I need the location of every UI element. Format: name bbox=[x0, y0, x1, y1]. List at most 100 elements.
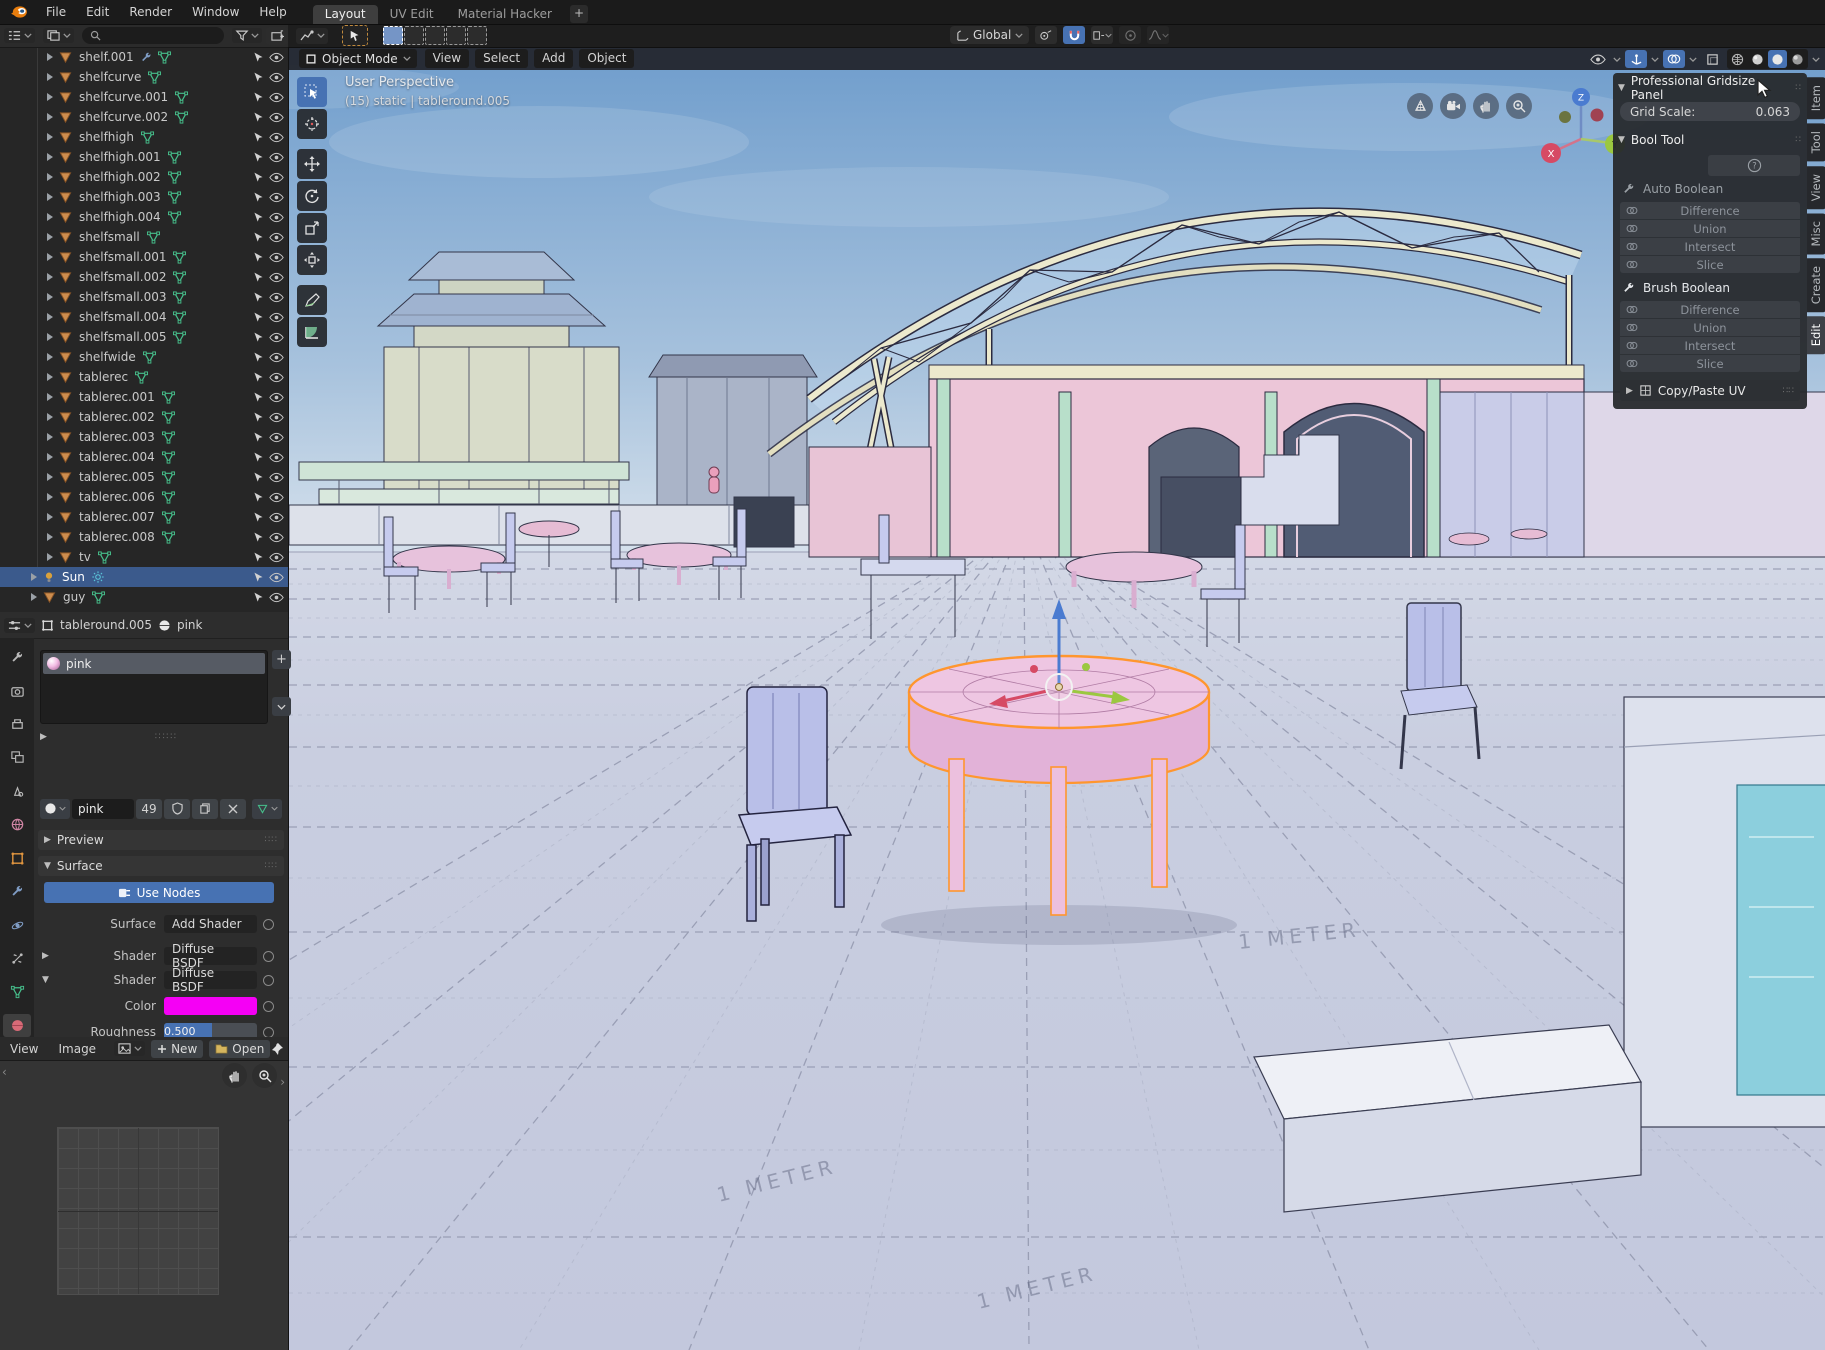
select-mode-extend[interactable] bbox=[404, 27, 424, 44]
preview-panel-header[interactable]: ▶Preview∷∷ bbox=[38, 830, 284, 850]
tab-world[interactable] bbox=[3, 813, 31, 836]
hide-in-viewport-icon[interactable] bbox=[269, 132, 284, 143]
sidebar-tab-item[interactable]: Item bbox=[1807, 77, 1825, 119]
restrict-select-icon[interactable] bbox=[252, 231, 265, 244]
pan-hand-icon[interactable] bbox=[222, 1063, 247, 1088]
tab-output[interactable] bbox=[3, 713, 31, 736]
decorator-dot[interactable] bbox=[263, 975, 274, 986]
restrict-select-icon[interactable] bbox=[252, 171, 265, 184]
menu-edit[interactable]: Edit bbox=[76, 0, 119, 24]
outliner-row-sun[interactable]: Sun bbox=[0, 567, 288, 587]
material-browse-dropdown[interactable] bbox=[40, 799, 70, 819]
tab-tool[interactable] bbox=[3, 646, 31, 669]
hide-in-viewport-icon[interactable] bbox=[269, 52, 284, 63]
new-collection-button[interactable] bbox=[266, 27, 288, 45]
expand-icon[interactable] bbox=[46, 332, 54, 342]
outliner-row-tablerec-007[interactable]: tablerec.007 bbox=[0, 507, 288, 527]
material-specials-dropdown[interactable] bbox=[272, 697, 291, 716]
hide-in-viewport-icon[interactable] bbox=[269, 492, 284, 503]
outliner-row-shelfhigh-004[interactable]: shelfhigh.004 bbox=[0, 207, 288, 227]
zoom-view-icon[interactable] bbox=[1506, 93, 1532, 119]
menu-render[interactable]: Render bbox=[119, 0, 182, 24]
workspace-tab-material-hacker[interactable]: Material Hacker bbox=[446, 5, 564, 24]
restrict-select-icon[interactable] bbox=[252, 511, 265, 524]
hide-in-viewport-icon[interactable] bbox=[269, 592, 284, 603]
sidebar-tab-create[interactable]: Create bbox=[1807, 258, 1825, 312]
expand-icon[interactable] bbox=[46, 112, 54, 122]
auto-boolean-difference[interactable]: Difference bbox=[1620, 202, 1800, 219]
hide-in-viewport-icon[interactable] bbox=[269, 452, 284, 463]
restrict-select-icon[interactable] bbox=[252, 351, 265, 364]
chevron-down-icon[interactable] bbox=[1651, 57, 1659, 62]
outliner-row-shelfcurve-001[interactable]: shelfcurve.001 bbox=[0, 87, 288, 107]
restrict-select-icon[interactable] bbox=[252, 91, 265, 104]
select-mode-new[interactable] bbox=[383, 27, 403, 44]
transform-orientation-dropdown[interactable]: Global bbox=[950, 26, 1029, 44]
mesh-link-dropdown[interactable] bbox=[252, 799, 282, 819]
hide-in-viewport-icon[interactable] bbox=[269, 212, 284, 223]
outliner-row-shelfhigh[interactable]: shelfhigh bbox=[0, 127, 288, 147]
collapse-icon[interactable]: ▼ bbox=[42, 975, 49, 985]
editor-type-dropdown[interactable] bbox=[296, 28, 328, 44]
select-mode-invert[interactable] bbox=[446, 27, 466, 44]
outliner-row-tablerec-001[interactable]: tablerec.001 bbox=[0, 387, 288, 407]
copy-paste-uv-panel-header[interactable]: ▶ Copy/Paste UV ∷∷ bbox=[1620, 380, 1800, 401]
material-users-button[interactable]: 49 bbox=[136, 799, 162, 819]
restrict-select-icon[interactable] bbox=[252, 451, 265, 464]
color-swatch[interactable] bbox=[164, 997, 257, 1015]
camera-view-icon[interactable] bbox=[1440, 93, 1466, 119]
auto-boolean-intersect[interactable]: Intersect bbox=[1620, 238, 1800, 255]
restrict-select-icon[interactable] bbox=[252, 411, 265, 424]
tab-object[interactable] bbox=[3, 847, 31, 870]
hide-in-viewport-icon[interactable] bbox=[269, 372, 284, 383]
select-mode-subtract[interactable] bbox=[425, 27, 445, 44]
outliner-row-tv[interactable]: tv bbox=[0, 547, 288, 567]
active-tool-indicator[interactable] bbox=[342, 25, 368, 46]
hide-in-viewport-icon[interactable] bbox=[269, 552, 284, 563]
restrict-select-icon[interactable] bbox=[252, 591, 265, 604]
unlink-material-button[interactable] bbox=[220, 799, 246, 819]
expand-icon[interactable] bbox=[46, 432, 54, 442]
outliner-row-tablerec-006[interactable]: tablerec.006 bbox=[0, 487, 288, 507]
hide-in-viewport-icon[interactable] bbox=[269, 232, 284, 243]
toggle-perspective-icon[interactable] bbox=[1407, 93, 1433, 119]
expand-icon[interactable] bbox=[46, 352, 54, 362]
overlays-toggle[interactable] bbox=[1663, 50, 1685, 68]
hide-in-viewport-icon[interactable] bbox=[269, 172, 284, 183]
outliner-row-shelfwide[interactable]: shelfwide bbox=[0, 347, 288, 367]
sidebar-tab-misc[interactable]: Misc bbox=[1807, 213, 1825, 254]
restrict-select-icon[interactable] bbox=[252, 551, 265, 564]
tool-measure[interactable] bbox=[297, 317, 327, 347]
hide-in-viewport-icon[interactable] bbox=[269, 272, 284, 283]
viewport-3d[interactable]: 1 METER 1 METER 1 METER 1 METER bbox=[288, 47, 1825, 1350]
expand-icon[interactable] bbox=[46, 172, 54, 182]
expand-icon[interactable] bbox=[46, 552, 54, 562]
restrict-select-icon[interactable] bbox=[252, 311, 265, 324]
zoom-icon[interactable] bbox=[252, 1063, 277, 1088]
menu-window[interactable]: Window bbox=[182, 0, 249, 24]
chevron-down-icon[interactable] bbox=[1812, 57, 1820, 62]
hide-in-viewport-icon[interactable] bbox=[269, 252, 284, 263]
auto-boolean-slice[interactable]: Slice bbox=[1620, 256, 1800, 273]
outliner-filter-dropdown[interactable] bbox=[232, 28, 262, 43]
tab-material[interactable] bbox=[3, 1014, 31, 1037]
expand-icon[interactable] bbox=[46, 492, 54, 502]
hide-in-viewport-icon[interactable] bbox=[269, 112, 284, 123]
sidebar-tab-tool[interactable]: Tool bbox=[1807, 123, 1825, 161]
outliner-row-shelfcurve[interactable]: shelfcurve bbox=[0, 67, 288, 87]
restrict-select-icon[interactable] bbox=[252, 371, 265, 384]
gridsize-panel-header[interactable]: ▼ Professional Gridsize Panel ∷ bbox=[1618, 79, 1802, 97]
expand-icon[interactable] bbox=[46, 532, 54, 542]
menu-file[interactable]: File bbox=[36, 0, 76, 24]
expand-icon[interactable] bbox=[46, 252, 54, 262]
brush-boolean-difference[interactable]: Difference bbox=[1620, 301, 1800, 318]
tool-move[interactable] bbox=[297, 149, 327, 179]
outliner-row-tablerec-005[interactable]: tablerec.005 bbox=[0, 467, 288, 487]
expand-icon[interactable] bbox=[46, 412, 54, 422]
outliner-row-shelfhigh-003[interactable]: shelfhigh.003 bbox=[0, 187, 288, 207]
hide-in-viewport-icon[interactable] bbox=[269, 192, 284, 203]
hide-in-viewport-icon[interactable] bbox=[269, 352, 284, 363]
sidebar-tab-edit[interactable]: Edit bbox=[1807, 316, 1825, 354]
grid-scale-slider[interactable]: Grid Scale: 0.063 bbox=[1620, 102, 1800, 121]
fake-user-shield-button[interactable] bbox=[164, 799, 190, 819]
